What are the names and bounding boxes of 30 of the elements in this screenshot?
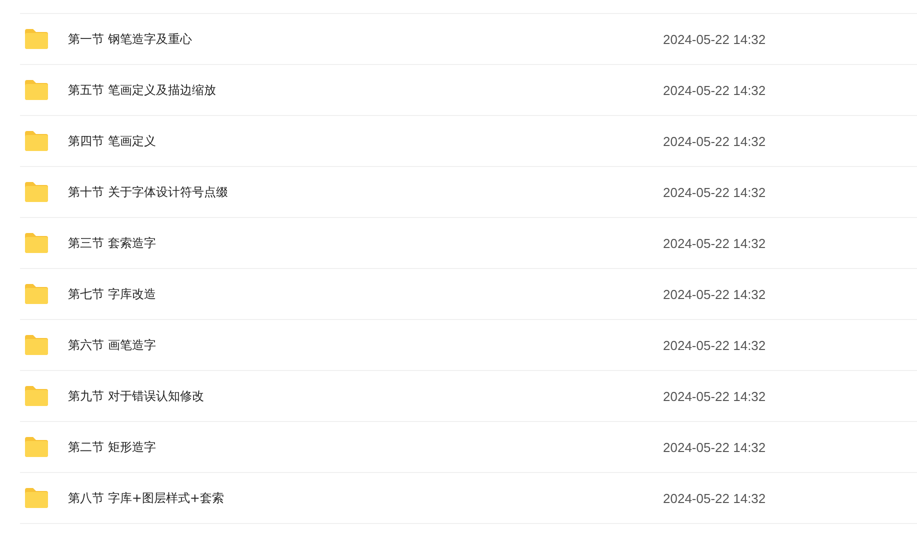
folder-icon: [24, 487, 49, 509]
folder-icon: [24, 436, 49, 458]
modified-date: 2024-05-22 14:32: [663, 388, 767, 404]
folder-icon: [24, 79, 49, 101]
file-name[interactable]: 第十节 关于字体设计符号点缀: [68, 184, 663, 200]
file-name[interactable]: 第七节 字库改造: [68, 286, 663, 302]
modified-date: 2024-05-22 14:32: [663, 440, 767, 454]
file-name[interactable]: 第九节 对于错误认知修改: [68, 388, 663, 404]
folder-icon: [24, 181, 49, 203]
modified-date: 2024-05-22 14:32: [663, 32, 767, 46]
folder-icon: [24, 28, 49, 50]
modified-date: 2024-05-22 14:32: [663, 82, 767, 98]
modified-date: 2024-05-22 14:32: [663, 338, 767, 352]
modified-date: 2024-05-22 14:32: [663, 134, 767, 148]
file-name[interactable]: 第一节 钢笔造字及重心: [68, 30, 663, 48]
file-name[interactable]: 第三节 套索造字: [68, 234, 663, 252]
modified-date: 2024-05-22 14:32: [663, 490, 767, 506]
modified-date: 2024-05-22 14:32: [663, 236, 767, 250]
modified-date: 2024-05-22 14:32: [663, 184, 767, 200]
file-name[interactable]: 第八节 字库+图层样式+套索: [68, 490, 663, 506]
folder-icon: [24, 334, 49, 356]
file-name[interactable]: 第六节 画笔造字: [68, 336, 663, 354]
file-name[interactable]: 第四节 笔画定义: [68, 132, 663, 150]
folder-icon: [24, 385, 49, 407]
folder-icon: [24, 283, 49, 305]
file-name[interactable]: 第二节 矩形造字: [68, 438, 663, 456]
folder-icon: [24, 232, 49, 254]
folder-icon: [24, 130, 49, 152]
file-name[interactable]: 第五节 笔画定义及描边缩放: [68, 82, 663, 98]
modified-date: 2024-05-22 14:32: [663, 286, 767, 302]
